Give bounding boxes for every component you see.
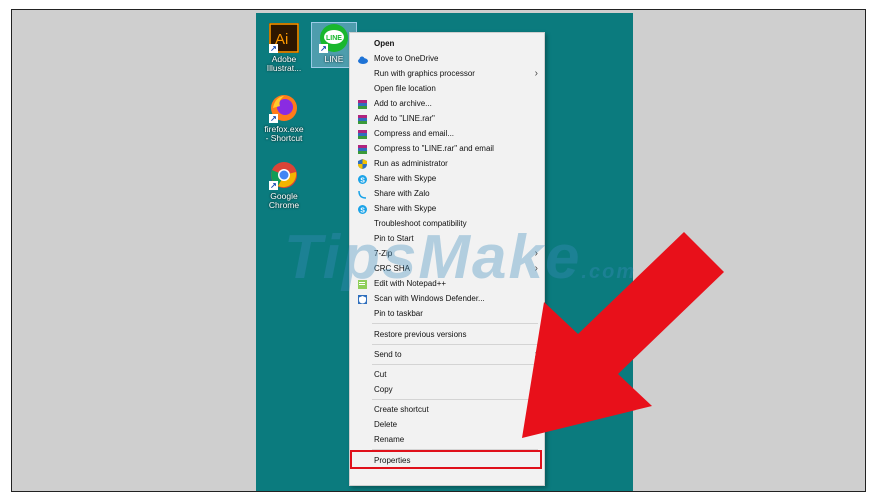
red-arrow-annotation (522, 232, 724, 438)
screenshot-frame: Ai ↗ Adobe Illustrat... LINE ↗ LINE ↗ fi… (11, 9, 866, 492)
